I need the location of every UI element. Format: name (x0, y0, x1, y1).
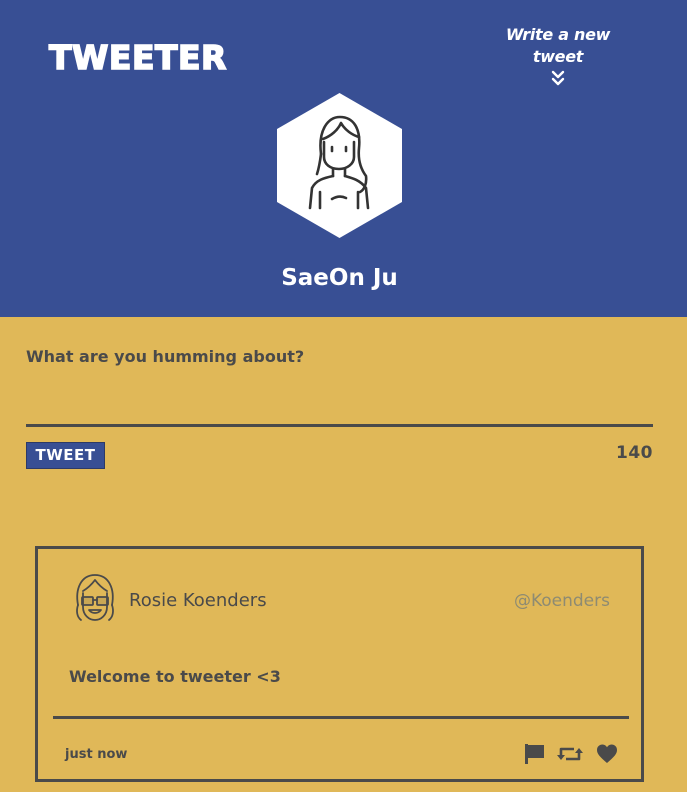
tweet-timestamp: just now (65, 747, 128, 762)
tweet-author-name: Rosie Koenders (129, 590, 267, 611)
tweet-card: Rosie Koenders @Koenders Welcome to twee… (35, 546, 644, 782)
user-avatar (76, 574, 114, 621)
heart-icon[interactable] (596, 743, 618, 765)
write-new-tweet-toggle[interactable]: Write a new tweet (483, 24, 633, 86)
double-chevron-down-icon (551, 70, 565, 86)
tweet-content: Welcome to tweeter <3 (69, 667, 281, 686)
character-counter: 140 (616, 443, 653, 463)
tweet-input[interactable] (26, 372, 653, 427)
profile-header: TWEETER Write a new tweet SaeOn Ju (0, 0, 687, 317)
tweet-button[interactable]: TWEET (26, 442, 105, 469)
tweet-author-handle: @Koenders (513, 591, 610, 611)
retweet-icon[interactable] (557, 743, 583, 765)
profile-name: SaeOn Ju (281, 265, 398, 291)
tweet-divider (53, 716, 629, 719)
compose-prompt: What are you humming about? (26, 347, 305, 366)
app-logo: TWEETER (48, 37, 227, 78)
write-new-tweet-label: Write a new tweet (505, 25, 611, 66)
flag-icon[interactable] (524, 743, 546, 765)
profile-avatar (277, 93, 402, 238)
